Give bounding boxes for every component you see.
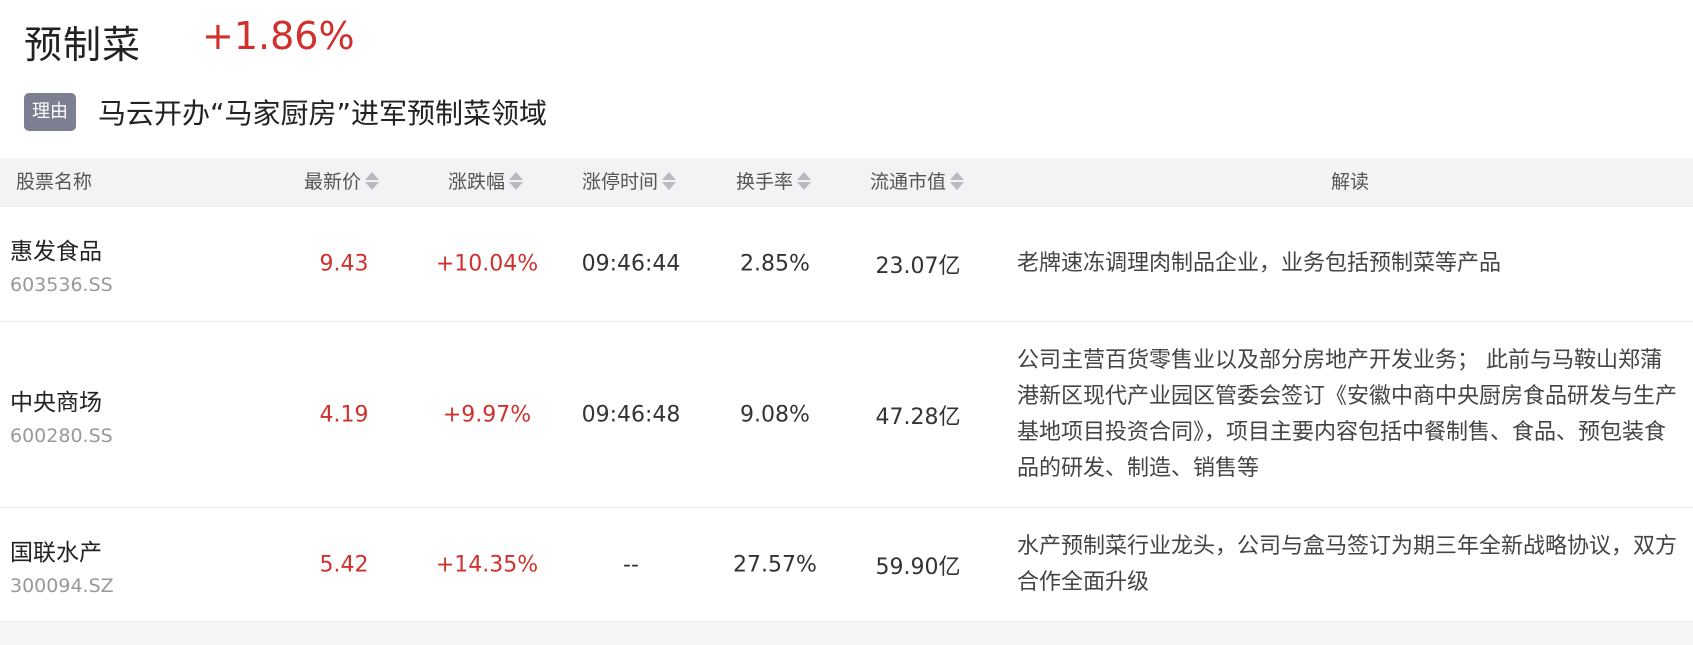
reason-row: 理由 马云开办“马家厨房”进军预制菜领域 — [24, 92, 547, 132]
limit-up-time: -- — [623, 552, 639, 577]
stock-name[interactable]: 惠发食品 — [10, 232, 113, 266]
header-price[interactable]: 最新价 — [304, 158, 380, 207]
reason-tag: 理由 — [24, 93, 76, 131]
interpretation-text: 老牌速冻调理肉制品企业，业务包括预制菜等产品 — [1017, 251, 1502, 276]
header-interpretation-label: 解读 — [1331, 171, 1370, 193]
stock-change: +9.97% — [442, 402, 532, 427]
float-market-cap: 47.28亿 — [875, 404, 961, 430]
header-change[interactable]: 涨跌幅 — [448, 158, 524, 207]
turnover-rate: 9.08% — [740, 402, 810, 427]
float-market-cap: 59.90亿 — [875, 554, 961, 580]
sector-header: 预制菜 +1.86% 理由 马云开办“马家厨房”进军预制菜领域 — [0, 0, 1693, 158]
interpretation-text: 公司主营百货零售业以及部分房地产开发业务； 此前与马鞍山郑蒲港新区现代产业园区管… — [1017, 347, 1678, 481]
turnover-rate: 27.57% — [733, 552, 817, 577]
table-row[interactable]: 国联水产 300094.SZ 5.42 +14.35% -- 27.57% 59… — [0, 508, 1693, 622]
header-float-cap[interactable]: 流通市值 — [870, 158, 965, 207]
stock-change: +10.04% — [435, 251, 539, 277]
stock-name[interactable]: 中央商场 — [10, 383, 113, 417]
sort-icon[interactable] — [365, 171, 380, 191]
header-limit-time[interactable]: 涨停时间 — [582, 158, 677, 207]
interpretation-text: 水产预制菜行业龙头，公司与盒马签订为期三年全新战略协议，双方合作全面升级 — [1017, 533, 1678, 595]
sort-icon[interactable] — [797, 171, 812, 191]
header-stock-name: 股票名称 — [16, 158, 92, 207]
header-float-cap-label: 流通市值 — [870, 171, 947, 193]
stock-change: +14.35% — [435, 552, 539, 577]
stock-table: 股票名称 最新价 涨跌幅 涨停时间 换手率 流通市值 解读 惠发食品 60353… — [0, 158, 1693, 622]
header-turnover[interactable]: 换手率 — [736, 158, 812, 207]
limit-up-time: 09:46:48 — [581, 402, 681, 427]
header-change-label: 涨跌幅 — [448, 171, 506, 193]
float-market-cap: 23.07亿 — [875, 254, 961, 279]
sector-name: 预制菜 — [24, 23, 142, 67]
page-bottom-strip — [0, 622, 1693, 645]
header-stock-name-label: 股票名称 — [16, 171, 93, 193]
stock-price: 9.43 — [319, 251, 369, 277]
limit-up-time: 09:46:44 — [581, 251, 681, 277]
stock-name-cell[interactable]: 国联水产 300094.SZ — [10, 533, 114, 597]
stock-price: 5.42 — [319, 552, 369, 577]
stock-code: 603536.SS — [10, 274, 113, 296]
header-turnover-label: 换手率 — [736, 171, 794, 193]
header-limit-time-label: 涨停时间 — [582, 171, 659, 193]
reason-text: 马云开办“马家厨房”进军预制菜领域 — [98, 97, 548, 130]
table-header: 股票名称 最新价 涨跌幅 涨停时间 换手率 流通市值 解读 — [0, 158, 1693, 207]
header-price-label: 最新价 — [304, 171, 362, 193]
stock-code: 600280.SS — [10, 424, 113, 447]
stock-code: 300094.SZ — [10, 574, 114, 597]
sort-icon[interactable] — [509, 171, 524, 191]
table-row[interactable]: 中央商场 600280.SS 4.19 +9.97% 09:46:48 9.08… — [0, 322, 1693, 508]
sort-icon[interactable] — [950, 171, 965, 191]
sort-icon[interactable] — [662, 171, 677, 191]
table-row[interactable]: 惠发食品 603536.SS 9.43 +10.04% 09:46:44 2.8… — [0, 207, 1693, 322]
stock-name[interactable]: 国联水产 — [10, 533, 114, 567]
turnover-rate: 2.85% — [740, 251, 810, 277]
stock-price: 4.19 — [319, 402, 369, 427]
header-interpretation: 解读 — [1331, 158, 1369, 207]
stock-name-cell[interactable]: 中央商场 600280.SS — [10, 383, 113, 447]
sector-change: +1.86% — [202, 14, 355, 58]
stock-name-cell[interactable]: 惠发食品 603536.SS — [10, 232, 113, 296]
